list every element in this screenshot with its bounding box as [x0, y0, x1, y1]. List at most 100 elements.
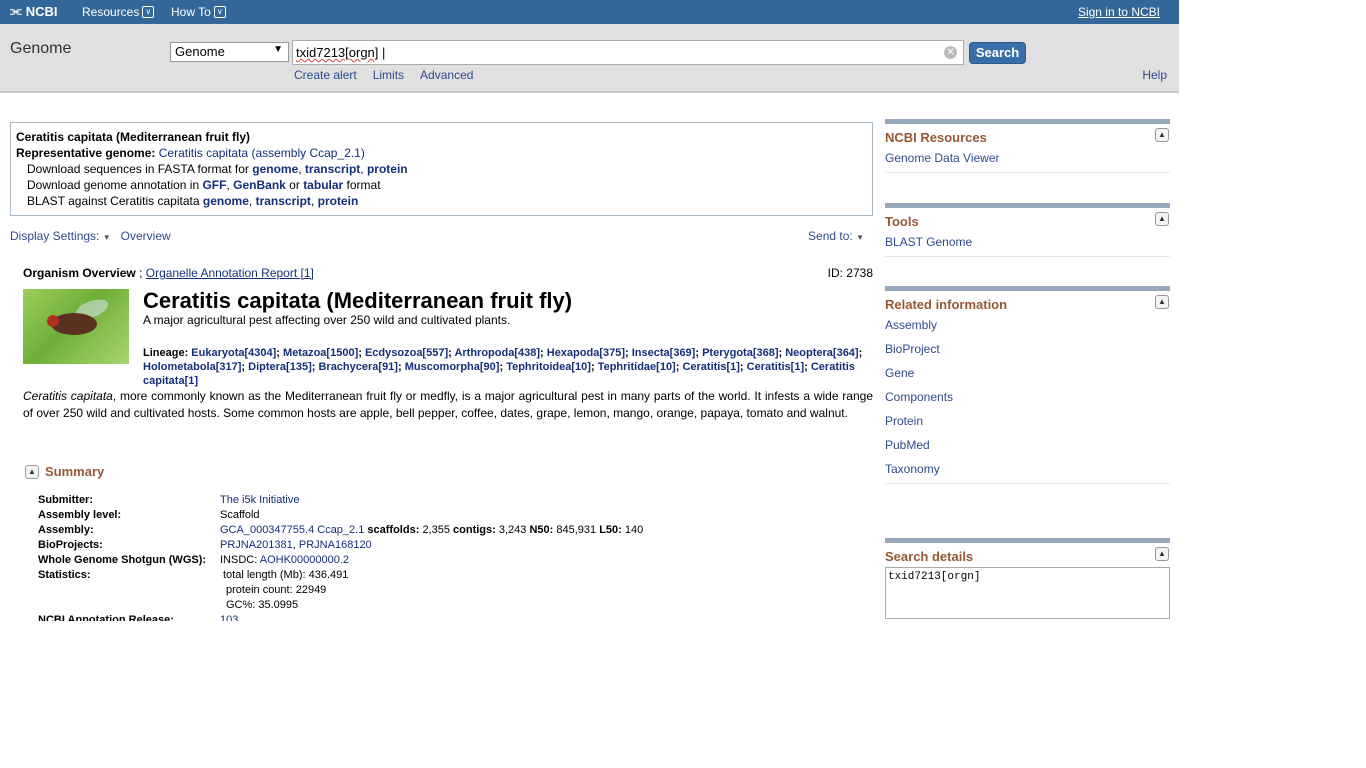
clear-search-icon[interactable]: ✕	[944, 46, 957, 59]
limits-link[interactable]: Limits	[373, 68, 404, 82]
download-sequences-line: Download sequences in FASTA format for g…	[27, 162, 408, 176]
lineage-link[interactable]: Ecdysozoa[557]	[365, 347, 448, 359]
search-details-textarea[interactable]: txid7213[orgn]	[885, 567, 1170, 619]
format-text: format	[346, 178, 381, 192]
l50-key: L50:	[599, 524, 622, 536]
collapse-icon[interactable]: ▲	[1155, 128, 1169, 142]
lineage-link[interactable]: Brachycera[91]	[318, 361, 398, 373]
submitter-link[interactable]: The i5k Initiative	[220, 494, 299, 506]
related-assembly-link[interactable]: Assembly	[885, 315, 1170, 339]
annotation-release-link[interactable]: 103	[220, 614, 238, 621]
n50-key: N50:	[529, 524, 554, 536]
search-bar: Genome Genome ▼ txid7213[orgn] | ✕ Searc…	[0, 24, 1179, 93]
summary-header[interactable]: ▲ Summary	[25, 464, 104, 479]
blast-protein-link[interactable]: protein	[318, 194, 359, 208]
bioproject-link[interactable]: PRJNA201381	[220, 539, 293, 551]
lineage-link[interactable]: Ceratitis[1]	[747, 361, 804, 373]
tabular-link[interactable]: tabular	[303, 178, 343, 192]
lineage-link[interactable]: Holometabola[317]	[143, 361, 241, 373]
sign-in-link[interactable]: Sign in to NCBI	[1078, 5, 1160, 19]
genome-id: ID: 2738	[827, 266, 873, 280]
rep-genome-link[interactable]: Ceratitis capitata (assembly Ccap_2.1)	[159, 146, 365, 160]
ncbi-logo[interactable]: ⫘ NCBI	[10, 3, 57, 19]
lineage-link[interactable]: Neoptera[364]	[785, 347, 858, 359]
blast-genome-link[interactable]: genome	[203, 194, 249, 208]
send-to-label: Send to:	[808, 229, 853, 243]
collapse-icon[interactable]: ▲	[1155, 212, 1169, 226]
statistics-key: Statistics:	[38, 569, 91, 581]
related-pubmed-link[interactable]: PubMed	[885, 435, 1170, 459]
scaffolds-value: 2,355	[422, 524, 450, 536]
lineage-link[interactable]: Eukaryota[4304]	[191, 347, 276, 359]
resources-menu[interactable]: Resources ∨	[82, 5, 155, 19]
assembly-level-value: Scaffold	[220, 509, 260, 521]
chevron-down-icon: ∨	[142, 6, 155, 18]
summary-title: Summary	[45, 464, 105, 479]
related-gene-link[interactable]: Gene	[885, 363, 1170, 387]
lineage-list: Eukaryota[4304]; Metazoa[1500]; Ecdysozo…	[143, 347, 863, 387]
genome-data-viewer-link[interactable]: Genome Data Viewer	[885, 148, 1170, 173]
summary-row: Submitter: The i5k Initiative	[38, 493, 643, 508]
description-species: Ceratitis capitata	[23, 389, 113, 403]
portlet-header: Search details ▲	[885, 543, 1170, 567]
download-genome-link[interactable]: genome	[252, 162, 298, 176]
advanced-link[interactable]: Advanced	[420, 68, 473, 82]
collapse-icon[interactable]: ▲	[1155, 295, 1169, 309]
lineage-link[interactable]: Insecta[369]	[632, 347, 696, 359]
download-protein-link[interactable]: protein	[367, 162, 408, 176]
summary-row: BioProjects: PRJNA201381, PRJNA168120	[38, 539, 372, 551]
overview-label[interactable]: Overview	[121, 229, 171, 243]
summary-table: Submitter: The i5k Initiative Assembly l…	[38, 493, 643, 621]
organism-image[interactable]	[23, 289, 129, 364]
genbank-link[interactable]: GenBank	[233, 178, 286, 192]
download-transcript-link[interactable]: transcript	[305, 162, 360, 176]
related-components-link[interactable]: Components	[885, 387, 1170, 411]
genome-info-box: Ceratitis capitata (Mediterranean fruit …	[10, 122, 873, 216]
organism-subtitle: A major agricultural pest affecting over…	[143, 313, 511, 327]
related-taxonomy-link[interactable]: Taxonomy	[885, 459, 1170, 484]
blast-genome-link[interactable]: BLAST Genome	[885, 232, 1170, 257]
collapse-icon[interactable]: ▲	[25, 464, 39, 479]
search-input-value: txid7213[orgn]	[296, 45, 379, 60]
blast-line: BLAST against Ceratitis capitata genome,…	[27, 194, 359, 208]
lineage-link[interactable]: Tephritidae[10]	[598, 361, 676, 373]
gff-link[interactable]: GFF	[202, 178, 226, 192]
send-to-menu[interactable]: Send to: ▼	[808, 229, 864, 243]
create-alert-link[interactable]: Create alert	[294, 68, 357, 82]
lineage-link[interactable]: Metazoa[1500]	[283, 347, 358, 359]
lineage-link[interactable]: Arthropoda[438]	[454, 347, 540, 359]
stat-protein-count: protein count: 22949	[226, 584, 327, 596]
search-details-portlet: Search details ▲ txid7213[orgn]	[885, 538, 1170, 619]
summary-row: Assembly: GCA_000347755.4 Ccap_2.1 scaff…	[38, 523, 643, 538]
ncbi-resources-portlet: NCBI Resources ▲ Genome Data Viewer	[885, 119, 1170, 173]
lineage: Lineage: Eukaryota[4304]; Metazoa[1500];…	[143, 346, 873, 388]
help-link[interactable]: Help	[1142, 68, 1167, 82]
page: ⫘ NCBI Resources ∨ How To ∨ Sign in to N…	[0, 0, 1179, 621]
collapse-icon[interactable]: ▲	[1155, 547, 1169, 561]
display-settings-menu[interactable]: Display Settings: ▼	[10, 229, 111, 243]
display-settings-bar: Display Settings: ▼ Overview Send to: ▼	[10, 229, 873, 243]
ncbi-topbar: ⫘ NCBI Resources ∨ How To ∨ Sign in to N…	[0, 0, 1179, 24]
lineage-link[interactable]: Pterygota[368]	[702, 347, 778, 359]
related-bioproject-link[interactable]: BioProject	[885, 339, 1170, 363]
representative-genome-line: Representative genome: Ceratitis capitat…	[16, 145, 867, 161]
lineage-link[interactable]: Diptera[135]	[248, 361, 312, 373]
organelle-report-link[interactable]: Organelle Annotation Report [1]	[146, 266, 314, 280]
search-button[interactable]: Search	[969, 42, 1026, 64]
bioproject-link[interactable]: PRJNA168120	[299, 539, 372, 551]
summary-row: NCBI Annotation Release: 103	[38, 613, 643, 621]
lineage-link[interactable]: Muscomorpha[90]	[405, 361, 500, 373]
lineage-link[interactable]: Hexapoda[375]	[547, 347, 625, 359]
organism-overview-label: Organism Overview	[23, 266, 136, 280]
assembly-link[interactable]: GCA_000347755.4 Ccap_2.1	[220, 524, 364, 536]
lineage-link[interactable]: Ceratitis[1]	[682, 361, 739, 373]
howto-menu[interactable]: How To ∨	[171, 5, 226, 19]
wgs-link[interactable]: AOHK00000000.2	[260, 554, 349, 566]
download-annotation-line: Download genome annotation in GFF, GenBa…	[27, 178, 381, 192]
related-protein-link[interactable]: Protein	[885, 411, 1170, 435]
download-annotation-text: Download genome annotation in	[27, 178, 200, 192]
database-select[interactable]: Genome ▼	[170, 42, 289, 62]
search-input[interactable]: txid7213[orgn] | ✕	[292, 40, 964, 65]
blast-transcript-link[interactable]: transcript	[256, 194, 311, 208]
lineage-link[interactable]: Tephritoidea[10]	[506, 361, 591, 373]
